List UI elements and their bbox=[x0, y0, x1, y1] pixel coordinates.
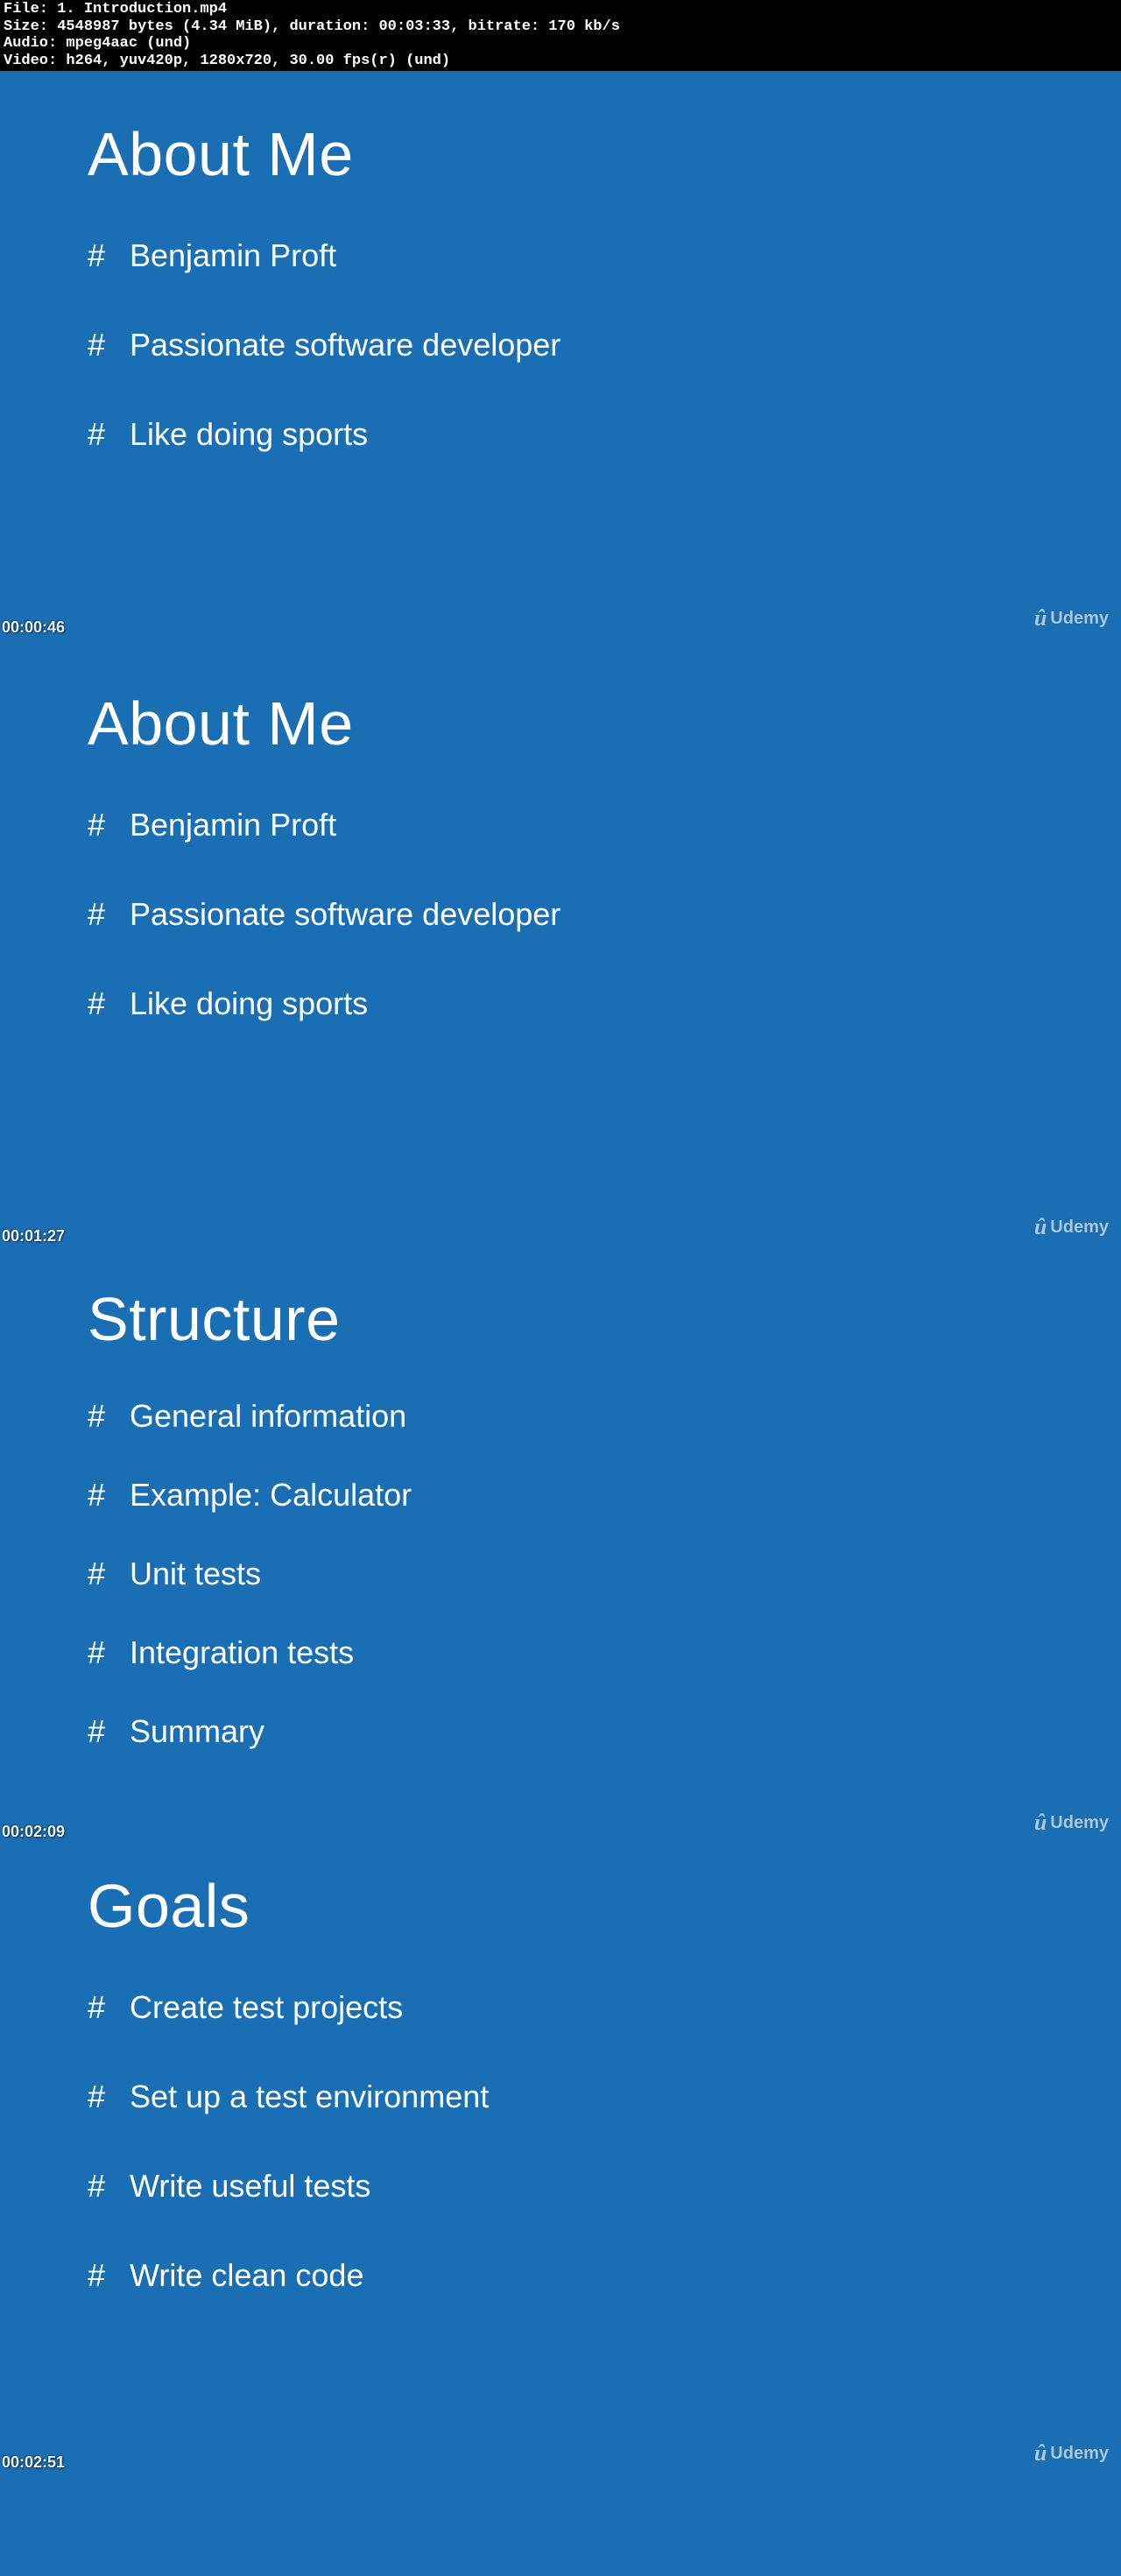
slide-title: About Me bbox=[88, 119, 1033, 189]
hash-icon: # bbox=[88, 2257, 130, 2294]
hash-icon: # bbox=[88, 1556, 130, 1592]
hash-icon: # bbox=[88, 807, 130, 843]
hash-icon: # bbox=[88, 985, 130, 1022]
slide-structure: Structure # General information # Exampl… bbox=[0, 1249, 1121, 1845]
slide-about-me-2: About Me # Benjamin Proft # Passionate s… bbox=[0, 640, 1121, 1249]
bullet-text: Passionate software developer bbox=[130, 896, 560, 933]
bullet-item: # Benjamin Proft bbox=[88, 237, 1033, 274]
bullet-item: # Create test projects bbox=[88, 1989, 1033, 2026]
bullet-text: Example: Calculator bbox=[130, 1477, 412, 1514]
hash-icon: # bbox=[88, 1713, 130, 1750]
bullet-text: Integration tests bbox=[130, 1634, 354, 1671]
hash-icon: # bbox=[88, 237, 130, 274]
slide-about-me-1: About Me # Benjamin Proft # Passionate s… bbox=[0, 71, 1121, 640]
slide-title: About Me bbox=[88, 688, 1033, 759]
bullet-item: # Passionate software developer bbox=[88, 327, 1033, 363]
timestamp-overlay: 00:01:27 bbox=[2, 1227, 65, 1246]
bullet-text: Unit tests bbox=[130, 1556, 261, 1592]
udemy-u-icon: û bbox=[1034, 2440, 1047, 2467]
bullet-item: # Write clean code bbox=[88, 2257, 1033, 2294]
hash-icon: # bbox=[88, 1477, 130, 1514]
hash-icon: # bbox=[88, 1398, 130, 1435]
timestamp-overlay: 00:02:09 bbox=[2, 1823, 65, 1841]
bullet-item: # Like doing sports bbox=[88, 416, 1033, 453]
bullet-text: Benjamin Proft bbox=[130, 807, 336, 843]
bullet-item: # Unit tests bbox=[88, 1556, 1033, 1592]
hash-icon: # bbox=[88, 896, 130, 933]
bullet-text: Passionate software developer bbox=[130, 327, 560, 363]
hash-icon: # bbox=[88, 1634, 130, 1671]
timestamp-overlay: 00:02:51 bbox=[2, 2453, 65, 2472]
udemy-logo: û Udemy bbox=[1034, 605, 1109, 632]
bullet-text: General information bbox=[130, 1398, 406, 1435]
bullet-text: Write clean code bbox=[130, 2257, 363, 2294]
udemy-text: Udemy bbox=[1050, 609, 1109, 629]
bullet-text: Benjamin Proft bbox=[130, 237, 336, 274]
udemy-u-icon: û bbox=[1034, 1214, 1047, 1240]
bullet-text: Create test projects bbox=[130, 1989, 403, 2026]
bullet-text: Set up a test environment bbox=[130, 2078, 489, 2115]
hash-icon: # bbox=[88, 2078, 130, 2115]
bullet-text: Summary bbox=[130, 1713, 264, 1750]
video-info-header: File: 1. Introduction.mp4 Size: 4548987 … bbox=[0, 0, 1121, 71]
udemy-text: Udemy bbox=[1050, 1217, 1109, 1238]
slide-title: Structure bbox=[88, 1284, 1033, 1354]
audio-line: Audio: mpeg4aac (und) bbox=[4, 35, 191, 52]
bullet-item: # Benjamin Proft bbox=[88, 807, 1033, 843]
hash-icon: # bbox=[88, 327, 130, 363]
bullet-item: # Integration tests bbox=[88, 1634, 1033, 1671]
hash-icon: # bbox=[88, 1989, 130, 2026]
bullet-item: # Summary bbox=[88, 1713, 1033, 1750]
bullet-text: Like doing sports bbox=[130, 416, 368, 453]
file-line: File: 1. Introduction.mp4 bbox=[4, 1, 227, 18]
bullet-item: # Example: Calculator bbox=[88, 1477, 1033, 1514]
bullet-item: # Passionate software developer bbox=[88, 896, 1033, 933]
bullet-item: # Set up a test environment bbox=[88, 2078, 1033, 2115]
hash-icon: # bbox=[88, 416, 130, 453]
bullet-text: Like doing sports bbox=[130, 985, 368, 1022]
udemy-logo: û Udemy bbox=[1034, 2440, 1109, 2467]
udemy-logo: û Udemy bbox=[1034, 1810, 1109, 1836]
hash-icon: # bbox=[88, 2168, 130, 2205]
slide-goals: Goals # Create test projects # Set up a … bbox=[0, 1845, 1121, 2475]
udemy-u-icon: û bbox=[1034, 605, 1047, 632]
bullet-item: # Like doing sports bbox=[88, 985, 1033, 1022]
udemy-u-icon: û bbox=[1034, 1810, 1047, 1836]
size-line: Size: 4548987 bytes (4.34 MiB), duration… bbox=[4, 18, 620, 35]
video-line: Video: h264, yuv420p, 1280x720, 30.00 fp… bbox=[4, 53, 450, 69]
bullet-text: Write useful tests bbox=[130, 2168, 370, 2205]
bullet-item: # General information bbox=[88, 1398, 1033, 1435]
slide-title: Goals bbox=[88, 1871, 1033, 1941]
udemy-text: Udemy bbox=[1050, 1813, 1109, 1833]
timestamp-overlay: 00:00:46 bbox=[2, 618, 65, 637]
udemy-text: Udemy bbox=[1050, 2444, 1109, 2464]
bullet-item: # Write useful tests bbox=[88, 2168, 1033, 2205]
udemy-logo: û Udemy bbox=[1034, 1214, 1109, 1240]
